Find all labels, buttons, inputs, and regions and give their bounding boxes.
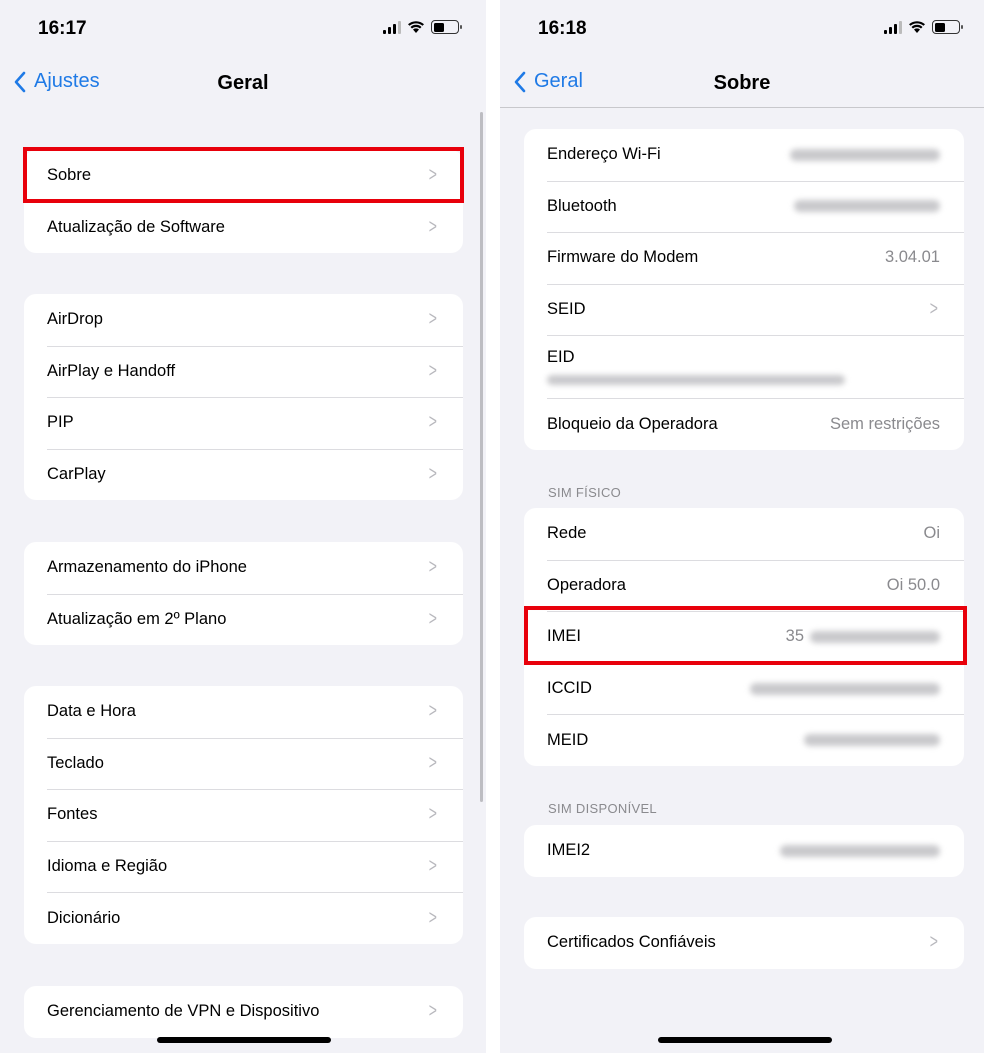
- status-icons: [383, 20, 462, 34]
- home-indicator[interactable]: [658, 1037, 832, 1043]
- chevron-right-icon: >: [930, 298, 939, 321]
- row-wifi-address: Endereço Wi-Fi: [524, 129, 964, 181]
- settings-row[interactable]: Armazenamento do iPhone >: [24, 542, 463, 594]
- battery-icon: [932, 20, 963, 34]
- settings-row[interactable]: Fontes >: [24, 789, 463, 841]
- status-time: 16:17: [38, 18, 87, 39]
- chevron-right-icon: >: [429, 463, 438, 486]
- settings-row[interactable]: Idioma e Região >: [24, 840, 463, 893]
- chevron-right-icon: >: [429, 359, 438, 382]
- page-title: Geral: [217, 72, 269, 94]
- blurred-value: [547, 375, 845, 386]
- settings-row[interactable]: AirDrop >: [24, 294, 463, 346]
- chevron-right-icon: >: [429, 607, 438, 630]
- wifi-icon: [909, 21, 925, 33]
- nav-bar: Geral Sobre: [500, 60, 984, 106]
- chevron-right-icon: >: [429, 556, 438, 579]
- chevron-right-icon: >: [429, 700, 438, 723]
- blurred-value: [804, 734, 940, 747]
- sobre-screen: 16:18 Geral Sobre Endereço Wi-Fi Bluetoo…: [500, 0, 984, 1053]
- settings-row[interactable]: Data e Hora >: [24, 686, 463, 738]
- chevron-right-icon: >: [429, 411, 438, 434]
- blurred-value: [750, 682, 940, 695]
- settings-group: Armazenamento do iPhone > Atualização em 2…: [24, 542, 463, 646]
- row-meid: MEID: [524, 714, 964, 766]
- settings-row[interactable]: AirPlay e Handoff >: [24, 345, 463, 398]
- settings-row[interactable]: Atualização em 2º Plano >: [24, 593, 463, 646]
- blurred-value: [794, 200, 940, 213]
- settings-row[interactable]: Gerenciamento de VPN e Dispositivo >: [24, 986, 463, 1038]
- status-icons: [884, 20, 963, 34]
- row-carrier-lock: Bloqueio da Operadora Sem restrições: [524, 398, 964, 450]
- highlight-box-imei: [524, 606, 967, 665]
- settings-row[interactable]: Dicionário >: [24, 892, 463, 944]
- chevron-right-icon: >: [429, 906, 438, 929]
- cellular-signal-icon: [383, 20, 401, 34]
- highlight-box-sobre: [23, 147, 464, 203]
- home-indicator[interactable]: [157, 1037, 331, 1043]
- chevron-right-icon: >: [429, 1000, 438, 1023]
- esim-card: IMEI2: [524, 825, 964, 877]
- settings-row[interactable]: Teclado >: [24, 737, 463, 790]
- cellular-signal-icon: [884, 20, 902, 34]
- row-bluetooth: Bluetooth: [524, 180, 964, 233]
- row-eid: EID: [524, 335, 964, 398]
- settings-row[interactable]: PIP >: [24, 397, 463, 449]
- settings-group: AirDrop > AirPlay e Handoff > PIP > CarPlay >: [24, 294, 463, 501]
- chevron-right-icon: >: [429, 751, 438, 774]
- page-title: Sobre: [713, 72, 771, 94]
- chevron-right-icon: >: [429, 308, 438, 331]
- row-seid[interactable]: SEID >: [524, 283, 964, 336]
- row-trusted-certificates[interactable]: Certificados Confiáveis >: [524, 917, 964, 969]
- settings-row[interactable]: CarPlay >: [24, 448, 463, 501]
- section-header-sim-disponivel: SIM DISPONÍVEL: [548, 801, 657, 816]
- certs-card: Certificados Confiáveis >: [524, 917, 964, 969]
- wifi-icon: [408, 21, 424, 33]
- section-header-sim-fisico: SIM FÍSICO: [548, 485, 622, 500]
- blurred-value: [780, 844, 940, 857]
- settings-group: Gerenciamento de VPN e Dispositivo >: [24, 986, 463, 1038]
- row-firmware: Firmware do Modem 3.04.01: [524, 232, 964, 284]
- settings-row[interactable]: Atualização de Software >: [24, 201, 463, 254]
- chevron-right-icon: >: [429, 215, 438, 238]
- row-imei2: IMEI2: [524, 825, 964, 877]
- status-time: 16:18: [538, 18, 587, 39]
- nav-separator: [500, 107, 984, 108]
- nav-bar: Ajustes Geral: [0, 60, 486, 106]
- battery-icon: [431, 20, 462, 34]
- row-network: Rede Oi: [547, 524, 940, 543]
- row-carrier: Operadora Oi 50.0: [524, 559, 964, 612]
- chevron-right-icon: >: [429, 855, 438, 878]
- info-card: Endereço Wi-Fi Bluetooth Firmware do Mod…: [524, 129, 964, 450]
- settings-group: Data e Hora > Teclado > Fontes > Idioma e Regi…: [24, 686, 463, 944]
- scrollbar[interactable]: [480, 112, 483, 802]
- row-iccid: ICCID: [524, 662, 964, 715]
- blurred-value: [790, 148, 940, 161]
- chevron-right-icon: >: [429, 803, 438, 826]
- chevron-right-icon: >: [930, 931, 939, 954]
